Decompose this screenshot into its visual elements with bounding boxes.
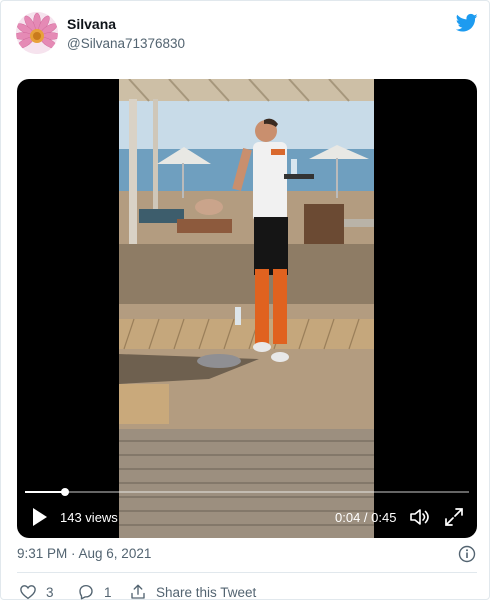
video-time: 0:04 / 0:45 xyxy=(335,510,397,525)
reply-button[interactable]: 1 xyxy=(77,583,112,601)
reply-icon xyxy=(79,584,93,600)
share-button[interactable]: Share this Tweet xyxy=(129,583,256,601)
fullscreen-icon[interactable] xyxy=(444,507,464,527)
progress-bar[interactable] xyxy=(25,488,469,496)
video-frame xyxy=(119,79,374,538)
info-icon[interactable] xyxy=(458,545,476,563)
play-icon[interactable] xyxy=(31,507,49,527)
video-thumbnail-image xyxy=(119,79,374,538)
like-count: 3 xyxy=(46,584,54,600)
share-label: Share this Tweet xyxy=(156,584,257,600)
reply-count: 1 xyxy=(104,584,112,600)
heart-icon xyxy=(20,585,36,600)
video-player[interactable]: 143 views 0:04 / 0:45 xyxy=(17,79,477,538)
like-button[interactable]: 3 xyxy=(19,583,54,601)
view-count: 143 views xyxy=(60,510,118,525)
divider xyxy=(17,572,477,573)
tweet-timestamp[interactable]: 9:31 PM · Aug 6, 2021 xyxy=(17,546,151,561)
display-name[interactable]: Silvana xyxy=(67,16,116,32)
user-handle[interactable]: @Silvana71376830 xyxy=(67,36,185,51)
share-icon xyxy=(131,584,145,599)
progress-handle[interactable] xyxy=(60,488,69,496)
flower-avatar-icon xyxy=(16,12,58,54)
volume-icon[interactable] xyxy=(408,506,430,528)
avatar[interactable] xyxy=(16,12,58,54)
tweet-card: Silvana @Silvana71376830 143 views 0:04 … xyxy=(0,0,490,600)
progress-fill xyxy=(25,491,65,493)
twitter-bird-icon[interactable] xyxy=(456,13,478,33)
